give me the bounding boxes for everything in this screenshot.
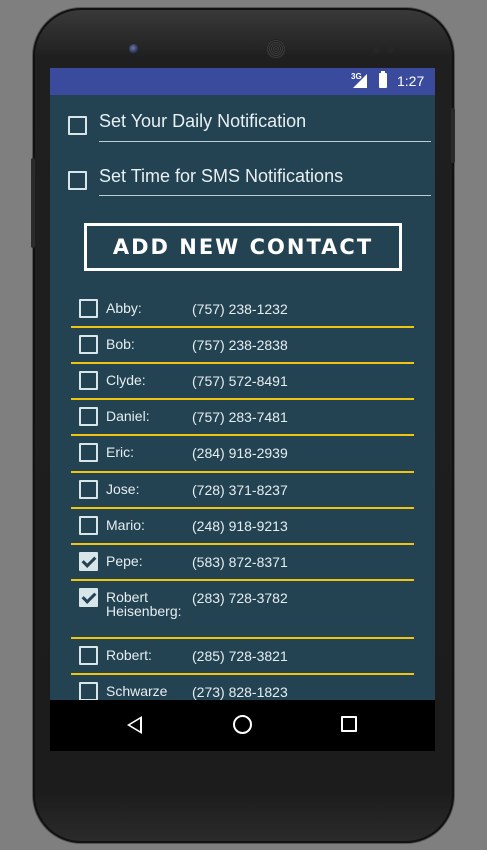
proximity-sensor (373, 46, 380, 53)
contact-row[interactable]: Robert: (285) 728-3821 (50, 639, 435, 675)
contact-checkbox[interactable] (79, 646, 98, 665)
volume-button (31, 158, 35, 248)
contact-row[interactable]: Eric: (284) 918-2939 (50, 436, 435, 473)
contact-name: Robert: (106, 647, 152, 663)
contact-checkbox[interactable] (79, 682, 98, 700)
daily-notification-checkbox[interactable] (68, 116, 87, 135)
contact-phone: (285) 728-3821 (192, 648, 288, 664)
contact-phone: (583) 872-8371 (192, 554, 288, 570)
contact-row[interactable]: Jose: (728) 371-8237 (50, 473, 435, 509)
add-new-contact-button[interactable]: ADD NEW CONTACT (84, 223, 402, 271)
contact-row[interactable]: Schwarze (273) 828-1823 (50, 675, 435, 700)
contact-phone: (728) 371-8237 (192, 482, 288, 498)
contact-checkbox[interactable] (79, 480, 98, 499)
recents-icon[interactable] (341, 716, 357, 732)
contact-checkbox[interactable] (79, 516, 98, 535)
contact-name: Pepe: (106, 553, 143, 569)
contact-phone: (757) 572-8491 (192, 373, 288, 389)
navigation-bar (50, 700, 435, 751)
contact-row[interactable]: Abby: (757) 238-1232 (50, 292, 435, 328)
contact-phone: (273) 828-1823 (192, 684, 288, 700)
contact-checkbox[interactable] (79, 588, 98, 607)
light-sensor (387, 46, 394, 53)
contact-row[interactable]: Pepe: (583) 872-8371 (50, 545, 435, 581)
contact-checkbox[interactable] (79, 335, 98, 354)
contact-name: Daniel: (106, 408, 150, 424)
setting-underline (99, 141, 431, 142)
contact-row[interactable]: Clyde: (757) 572-8491 (50, 364, 435, 400)
battery-icon (379, 71, 387, 88)
signal-icon (353, 74, 367, 88)
contact-phone: (248) 918-9213 (192, 518, 288, 534)
contact-name: Abby: (106, 300, 142, 316)
contact-phone: (757) 283-7481 (192, 409, 288, 425)
contact-name: Schwarze (106, 683, 168, 699)
main-content: Set Your Daily Notification Set Time for… (50, 95, 435, 700)
earpiece-speaker (266, 39, 286, 59)
contact-row[interactable]: Robert Heisenberg: (283) 728-3782 (50, 581, 435, 639)
contact-row[interactable]: Mario: (248) 918-9213 (50, 509, 435, 545)
contact-name: Clyde: (106, 372, 146, 388)
contact-phone: (757) 238-1232 (192, 301, 288, 317)
contact-phone: (284) 918-2939 (192, 445, 288, 461)
back-icon[interactable] (127, 716, 142, 734)
status-bar: 3G 1:27 (50, 68, 435, 95)
contact-checkbox[interactable] (79, 407, 98, 426)
contact-checkbox[interactable] (79, 443, 98, 462)
contact-name: Robert Heisenberg: (106, 589, 182, 619)
contact-checkbox[interactable] (79, 371, 98, 390)
contact-phone: (283) 728-3782 (192, 590, 288, 606)
contact-name: Mario: (106, 517, 145, 533)
contact-checkbox[interactable] (79, 299, 98, 318)
daily-notification-label: Set Your Daily Notification (99, 111, 307, 131)
contact-name: Bob: (106, 336, 135, 352)
sms-notification-label: Set Time for SMS Notifications (99, 166, 344, 186)
power-button (451, 108, 455, 163)
sms-notification-checkbox[interactable] (68, 171, 87, 190)
contact-name: Jose: (106, 481, 140, 497)
status-time: 1:27 (397, 73, 425, 89)
contact-row[interactable]: Bob: (757) 238-2838 (50, 328, 435, 364)
contact-name: Eric: (106, 444, 134, 460)
setting-underline (99, 195, 431, 196)
home-icon[interactable] (233, 715, 252, 734)
contact-phone: (757) 238-2838 (192, 337, 288, 353)
front-camera (129, 44, 139, 54)
contact-row[interactable]: Daniel: (757) 283-7481 (50, 400, 435, 436)
contact-checkbox[interactable] (79, 552, 98, 571)
app-screen: 3G 1:27 Set Your Daily Notification Set … (50, 68, 435, 751)
